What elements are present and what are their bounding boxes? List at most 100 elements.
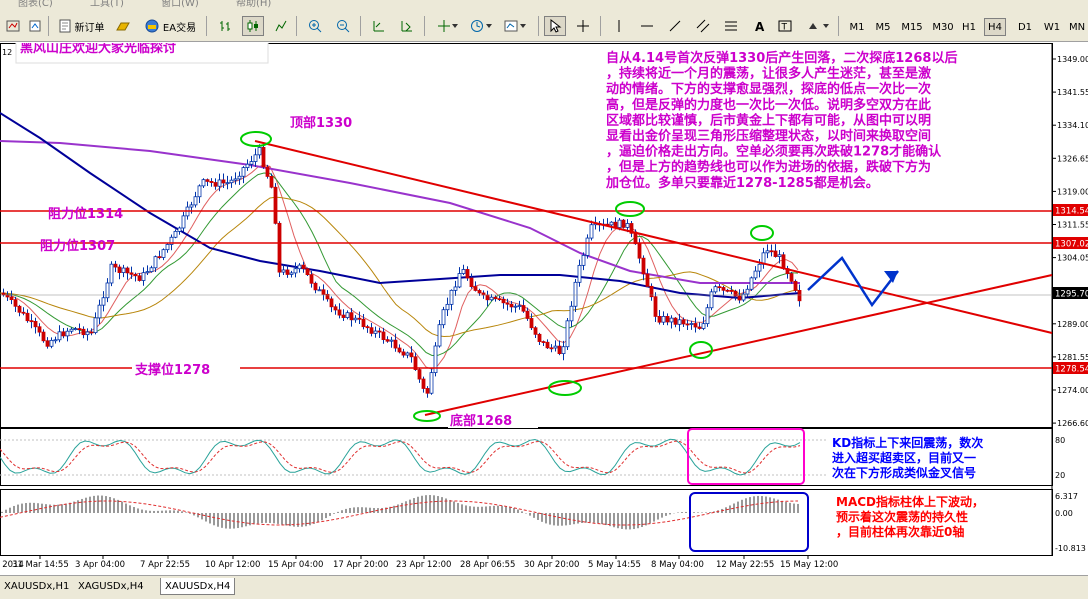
zoom-in-icon[interactable] <box>304 16 326 36</box>
price-axis-label: 1281.55 <box>1057 353 1088 362</box>
macd-axis-bottom: -10.813 <box>1055 544 1086 553</box>
new-order-button[interactable]: 新订单 <box>52 16 110 36</box>
line-chart-icon[interactable] <box>270 16 292 36</box>
menu-bar: 图表(C) 工具(T) 窗口(W) 帮助(H) <box>0 0 1088 10</box>
price-tag-1314: 1314.54 <box>1055 207 1088 217</box>
tab-xauusdx-h4[interactable]: XAUUSDx,H4 <box>160 578 236 595</box>
svg-text:T: T <box>781 23 788 33</box>
time-axis-label: 8 May 04:00 <box>651 560 704 570</box>
time-axis-label: 7 Apr 22:55 <box>140 560 190 570</box>
time-axis-label: 10 Apr 12:00 <box>205 560 260 570</box>
timeframe-m15[interactable]: M15 <box>898 18 926 36</box>
timeframe-m1[interactable]: M1 <box>846 18 868 36</box>
zoom-out-icon[interactable] <box>332 16 354 36</box>
menu-chart[interactable]: 图表(C) <box>18 0 53 9</box>
time-axis-label: 5 May 14:55 <box>588 560 641 570</box>
header-number: 12 <box>2 48 12 57</box>
gold-icon[interactable] <box>112 16 134 36</box>
trendline-icon[interactable] <box>664 16 686 36</box>
vertical-line-icon[interactable] <box>608 16 630 36</box>
analysis-line: ，持续将近一个月的震荡，让很多人产生迷茫，甚至是激 <box>606 66 932 82</box>
price-tag-1278: 1278.54 <box>1055 365 1088 375</box>
indicators-icon[interactable] <box>432 16 462 36</box>
timeframe-m30[interactable]: M30 <box>929 18 957 36</box>
timeframe-m5[interactable]: M5 <box>872 18 894 36</box>
fibonacci-icon[interactable] <box>720 16 742 36</box>
bar-chart-icon[interactable] <box>214 16 236 36</box>
macd-note-3: ，目前柱体再次靠近0轴 <box>836 524 964 539</box>
ea-label: EA交易 <box>162 22 197 34</box>
svg-text:A: A <box>755 20 765 33</box>
price-axis-label: 1319.00 <box>1057 187 1088 196</box>
timeframe-w1[interactable]: W1 <box>1041 18 1063 36</box>
periods-icon[interactable] <box>466 16 496 36</box>
analysis-line: 动的情绪。下方的支撑愈显强烈，探底的低点一次比一次 <box>606 81 931 97</box>
menu-help[interactable]: 帮助(H) <box>236 0 271 9</box>
time-axis-label: 30 Apr 20:00 <box>524 560 579 570</box>
timeframe-h4[interactable]: H4 <box>984 18 1006 36</box>
price-axis-label: 1341.55 <box>1057 88 1088 97</box>
analysis-line: ，逼迫价格走出方向。空单必须要再次跌破1278才能确认 <box>606 144 942 160</box>
kd-axis-20: 20 <box>1055 471 1065 480</box>
analysis-line: 显看出金价呈现三角形压缩整理状态，以时间来换取空间 <box>606 128 931 144</box>
price-axis-label: 1289.00 <box>1057 320 1088 329</box>
time-axis-label: 17 Apr 20:00 <box>333 560 388 570</box>
arrows-icon[interactable] <box>804 16 832 36</box>
header-label: 黑风山庄欢迎大家光临探讨 <box>20 43 176 56</box>
analysis-text: 自从4.14号首次反弹1330后产生回落，二次探底1268以后，持续将近一个月的… <box>605 50 957 191</box>
bottom-label: 底部1268 <box>450 413 512 429</box>
price-axis-label: 1326.65 <box>1057 154 1088 163</box>
macd-axis-top: 6.317 <box>1055 492 1078 501</box>
price-tag-current: 1295.70 <box>1055 290 1088 300</box>
chart-window[interactable]: 12 黑风山庄欢迎大家光临探讨 顶部1330 阻力位1314 阻力位1307 支… <box>0 38 1088 573</box>
resistance-1307-label: 阻力位1307 <box>40 238 115 254</box>
analysis-line: 高，但是反弹的力度也一次比一次低。说明多空双方在此 <box>606 97 931 113</box>
chart-tabs: XAUUSDx,H1 XAGUSDx,H4 XAUUSDx,H4 <box>0 575 1088 599</box>
timeframe-h1[interactable]: H1 <box>958 18 980 36</box>
analysis-line: 加仓位。多单只要靠近1278-1285都是机会。 <box>605 175 879 191</box>
channel-icon[interactable] <box>692 16 714 36</box>
menu-window[interactable]: 窗口(W) <box>161 0 199 9</box>
price-chart[interactable]: 12 黑风山庄欢迎大家光临探讨 顶部1330 阻力位1314 阻力位1307 支… <box>0 38 1088 573</box>
analysis-line: 自从4.14号首次反弹1330后产生回落，二次探底1268以后 <box>606 50 957 66</box>
text-label-icon[interactable]: T <box>774 16 796 36</box>
text-icon[interactable]: A <box>748 16 770 36</box>
macd-note-1: MACD指标柱体上下波动， <box>836 494 984 509</box>
toolbar: 新订单 EA交易 A T M1 M5 M15 M30 H1 H4 D1 W1 M… <box>0 10 1088 42</box>
top-label: 顶部1330 <box>290 115 352 131</box>
time-axis-label: 23 Apr 12:00 <box>396 560 451 570</box>
menu-tools[interactable]: 工具(T) <box>90 0 124 9</box>
auto-scroll-icon[interactable] <box>368 16 390 36</box>
horizontal-line-icon[interactable] <box>636 16 658 36</box>
time-axis-label: 28 Apr 06:55 <box>460 560 515 570</box>
time-axis-label: 3 Apr 04:00 <box>75 560 125 570</box>
analysis-line: ，但是上方的趋势线也可以作为进场的依据，跌破下方为 <box>606 159 931 175</box>
crosshair-icon[interactable] <box>572 16 594 36</box>
candlestick-icon[interactable] <box>242 16 264 36</box>
tab-xagusdx-h4[interactable]: XAGUSDx,H4 <box>74 578 148 595</box>
timeframe-d1[interactable]: D1 <box>1014 18 1036 36</box>
ea-trading-button[interactable]: EA交易 <box>138 16 202 36</box>
chart-window-icon[interactable] <box>2 16 24 36</box>
macd-axis-zero: 0.00 <box>1055 509 1073 518</box>
kd-axis-80: 80 <box>1055 436 1065 445</box>
price-axis-label: 1304.05 <box>1057 254 1088 263</box>
price-axis-label: 1311.55 <box>1057 221 1088 230</box>
time-axis-label: 15 May 12:00 <box>780 560 838 570</box>
price-axis-label: 1349.00 <box>1057 55 1088 64</box>
time-axis-label: 31 Mar 14:55 <box>12 560 69 570</box>
timeframe-mn[interactable]: MN <box>1066 18 1088 36</box>
cursor-icon[interactable] <box>544 16 566 36</box>
kd-note-3: 次在下方形成类似金叉信号 <box>832 465 976 480</box>
tab-xauusdx-h1[interactable]: XAUUSDx,H1 <box>0 578 73 595</box>
chart-shift-icon[interactable] <box>396 16 418 36</box>
price-tag-1307: 1307.02 <box>1055 240 1088 250</box>
support-1278-label: 支撑位1278 <box>134 362 210 378</box>
kd-note-1: KD指标上下来回震荡，数次 <box>832 435 983 450</box>
resistance-1314-label: 阻力位1314 <box>48 206 123 222</box>
templates-icon[interactable] <box>500 16 530 36</box>
new-order-icon <box>59 19 70 33</box>
profiles-icon[interactable] <box>24 16 46 36</box>
kd-note-2: 进入超买超卖区，目前又一 <box>832 450 976 465</box>
price-axis-label: 1274.00 <box>1057 386 1088 395</box>
